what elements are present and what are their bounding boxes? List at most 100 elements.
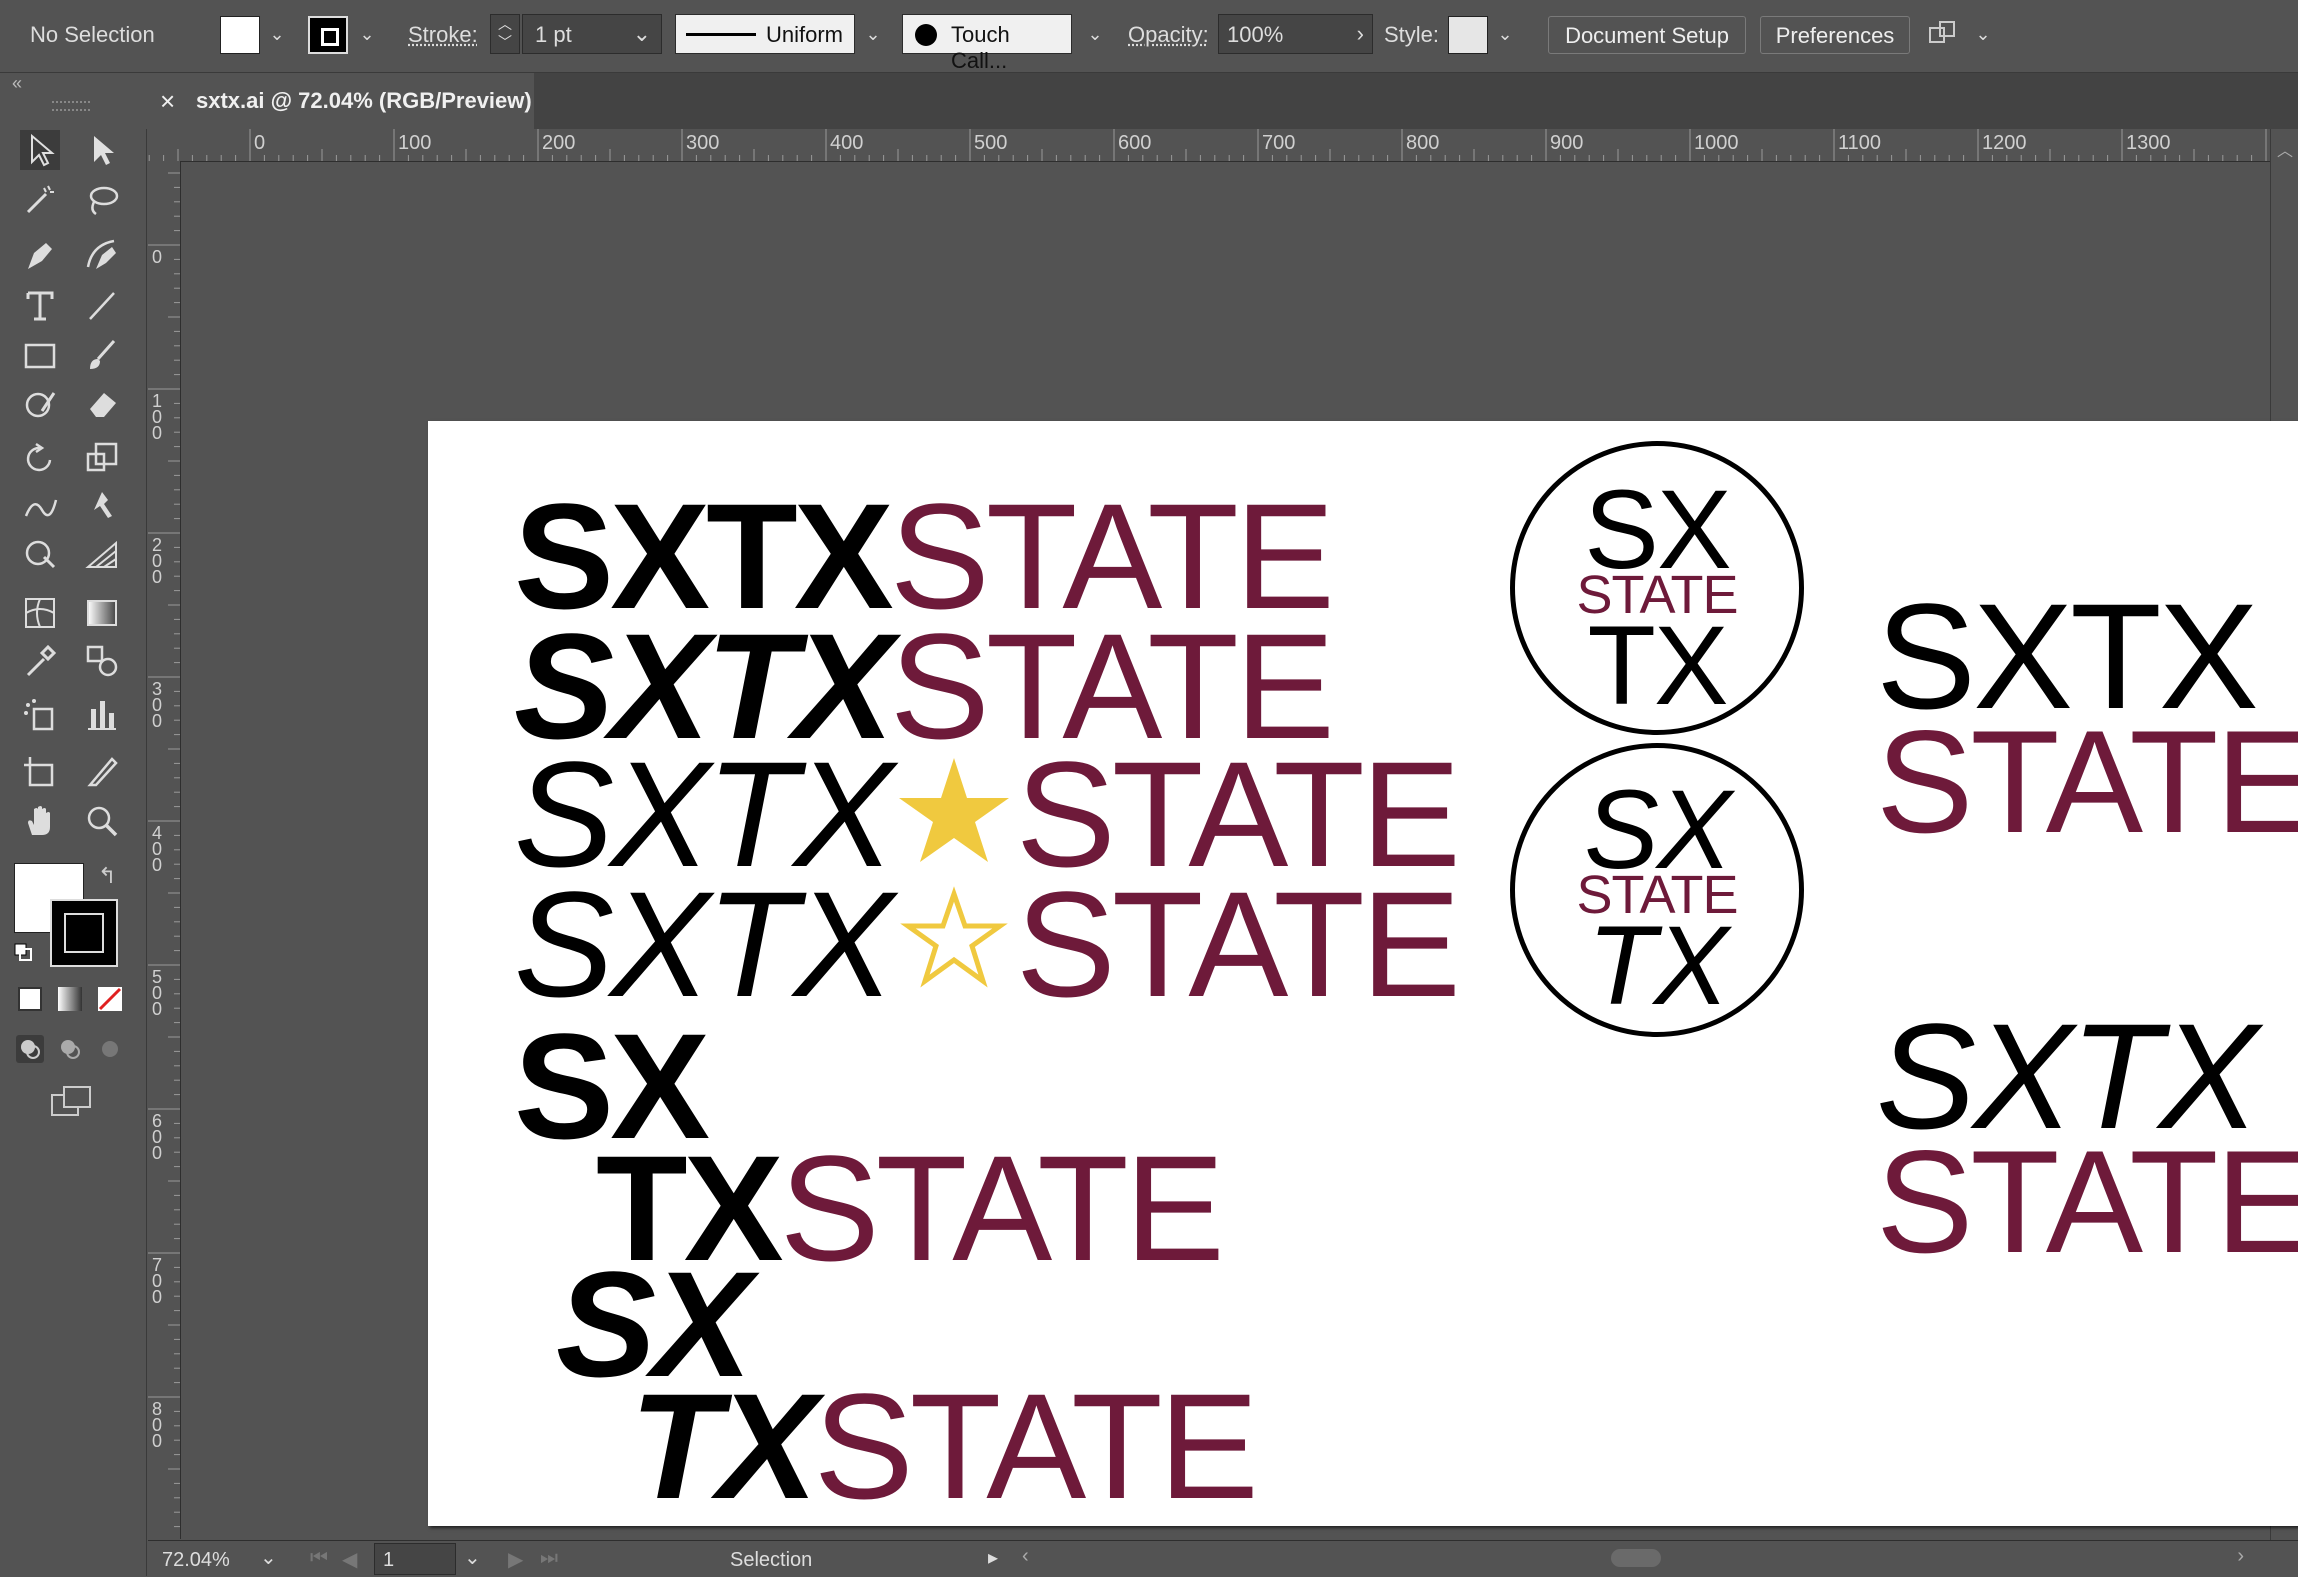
none-mode-icon[interactable]: [98, 987, 122, 1011]
badge-tx: TX: [1587, 903, 1728, 1028]
scroll-thumb[interactable]: [1611, 1549, 1661, 1567]
hand-tool-icon[interactable]: [20, 801, 60, 841]
line-segment-tool-icon[interactable]: [82, 285, 122, 325]
stroke-swatch[interactable]: [308, 16, 348, 54]
state-wordmark: STATE: [1015, 860, 1461, 1028]
warp-tool-icon[interactable]: [20, 486, 60, 526]
free-transform-tool-icon[interactable]: [20, 535, 60, 575]
scroll-left-icon[interactable]: ‹: [1022, 1545, 1029, 1568]
column-graph-tool-icon[interactable]: [82, 695, 122, 735]
panel-grip[interactable]: [52, 101, 90, 111]
stack-2-tx-state[interactable]: TXSTATE: [630, 1371, 1259, 1521]
artboard-number-field[interactable]: 1: [374, 1543, 456, 1575]
swap-fill-stroke-icon[interactable]: ↰: [98, 863, 116, 889]
fill-swatch[interactable]: [220, 16, 260, 54]
artboard-dropdown[interactable]: ⌄: [464, 1545, 481, 1570]
eraser-tool-icon[interactable]: [82, 383, 122, 423]
perspective-grid-tool-icon[interactable]: [82, 535, 122, 575]
ruler-label: 1100: [1838, 132, 1882, 154]
status-menu-icon[interactable]: ▸: [988, 1545, 998, 1570]
collapse-panel-icon[interactable]: «: [12, 73, 22, 94]
rotate-tool-icon[interactable]: [20, 438, 60, 478]
direct-selection-tool-icon[interactable]: [82, 130, 122, 170]
variable-width-profile[interactable]: Uniform: [675, 14, 855, 54]
circle-badge-1[interactable]: SX STATE TX: [1510, 441, 1804, 735]
draw-normal-icon[interactable]: [16, 1035, 44, 1063]
stroke-stepper[interactable]: ︿ ﹀: [490, 14, 520, 54]
previous-artboard-icon[interactable]: ◀: [342, 1547, 357, 1572]
scroll-up-icon[interactable]: ︿: [2277, 137, 2293, 161]
ruler-label: 500: [151, 967, 162, 1019]
canvas[interactable]: SXTXSTATE SXTXSTATE SXTX STATE SXTX STATE …: [181, 162, 2298, 1539]
gradient-tool-icon[interactable]: [82, 593, 122, 633]
draw-inside-icon[interactable]: [96, 1035, 124, 1063]
opacity-value: 100%: [1227, 22, 1284, 47]
artboard-tool-icon[interactable]: [20, 751, 60, 791]
rectangle-tool-icon[interactable]: [20, 335, 60, 375]
mesh-tool-icon[interactable]: [20, 593, 60, 633]
draw-behind-icon[interactable]: [56, 1035, 84, 1063]
symbol-sprayer-tool-icon[interactable]: [20, 695, 60, 735]
brush-definition[interactable]: Touch Call...: [902, 14, 1072, 73]
ruler-label: 100: [151, 391, 162, 443]
shaper-tool-icon[interactable]: [20, 383, 60, 423]
zoom-tool-icon[interactable]: [82, 801, 122, 841]
pen-tool-icon[interactable]: [20, 235, 60, 275]
zoom-level[interactable]: 72.04%: [162, 1549, 230, 1572]
zoom-dropdown[interactable]: ⌄: [260, 1545, 277, 1570]
chevron-right-icon[interactable]: ›: [1357, 21, 1364, 47]
blend-tool-icon[interactable]: [82, 641, 122, 681]
ruler-label: 800: [1406, 132, 1440, 154]
arrange-dropdown[interactable]: ⌄: [1968, 14, 1998, 54]
stacked-logo-2[interactable]: SXTX STATE: [1876, 1001, 2298, 1275]
horizontal-ruler[interactable]: 0 100 200 300 400 500 600 700 800 900 1000 1100 1200…: [148, 129, 2270, 162]
preferences-button[interactable]: Preferences: [1760, 16, 1910, 54]
current-tool-name: Selection: [730, 1549, 813, 1571]
curvature-tool-icon[interactable]: [82, 235, 122, 275]
filled-star-icon: [898, 758, 1009, 862]
document-setup-button[interactable]: Document Setup: [1548, 16, 1746, 54]
graphic-style-swatch[interactable]: [1448, 16, 1488, 54]
ruler-label: 700: [1262, 132, 1296, 154]
ruler-label: 1000: [1694, 132, 1739, 154]
ruler-label: 300: [151, 679, 162, 731]
selection-tool-icon[interactable]: [20, 130, 60, 170]
brush-dropdown[interactable]: ⌄: [1080, 14, 1110, 54]
last-artboard-icon[interactable]: ⏭: [540, 1547, 558, 1570]
style-dropdown[interactable]: ⌄: [1490, 14, 1520, 54]
scroll-right-icon[interactable]: ›: [2237, 1545, 2244, 1568]
default-colors-icon[interactable]: [14, 943, 32, 961]
logo-row-4[interactable]: SXTX STATE: [514, 869, 1461, 1019]
first-artboard-icon[interactable]: ⏮: [310, 1547, 328, 1570]
scale-tool-icon[interactable]: [82, 438, 122, 478]
lasso-tool-icon[interactable]: [82, 180, 122, 220]
type-tool-icon[interactable]: [20, 285, 60, 325]
circle-badge-2[interactable]: SX STATE TX: [1510, 743, 1804, 1037]
stroke-dropdown[interactable]: ⌄: [352, 14, 382, 54]
next-artboard-icon[interactable]: ▶: [508, 1547, 523, 1572]
change-screen-mode-icon[interactable]: [50, 1085, 94, 1119]
eyedropper-tool-icon[interactable]: [20, 641, 60, 681]
arrange-documents-icon[interactable]: [1928, 20, 1962, 50]
close-tab-icon[interactable]: ×: [160, 73, 175, 129]
artboard[interactable]: SXTXSTATE SXTXSTATE SXTX STATE SXTX STATE …: [428, 421, 2298, 1526]
horizontal-scrollbar[interactable]: ‹ ›: [1018, 1545, 2248, 1571]
fill-dropdown[interactable]: ⌄: [262, 14, 292, 54]
paintbrush-tool-icon[interactable]: [82, 335, 122, 375]
stroke-weight-value: 1 pt: [535, 22, 572, 47]
document-tab[interactable]: × sxtx.ai @ 72.04% (RGB/Preview): [146, 73, 534, 129]
vertical-ruler[interactable]: 0 100 200 300 400 500 600 700 800: [148, 161, 181, 1539]
magic-wand-tool-icon[interactable]: [20, 180, 60, 220]
gradient-mode-icon[interactable]: [58, 987, 82, 1011]
opacity-label[interactable]: Opacity:: [1128, 22, 1209, 48]
opacity-field[interactable]: 100% ›: [1218, 14, 1373, 54]
slice-tool-icon[interactable]: [82, 751, 122, 791]
stroke-color-box[interactable]: [50, 899, 118, 967]
stacked-logo-1[interactable]: SXTX STATE: [1876, 581, 2298, 855]
stroke-weight-field[interactable]: 1 pt ⌄: [522, 14, 662, 54]
profile-dropdown[interactable]: ⌄: [858, 14, 888, 54]
stroke-label[interactable]: Stroke:: [408, 22, 478, 48]
color-mode-icon[interactable]: [18, 987, 42, 1011]
chevron-down-icon[interactable]: ⌄: [633, 21, 651, 47]
puppet-warp-tool-icon[interactable]: [82, 486, 122, 526]
